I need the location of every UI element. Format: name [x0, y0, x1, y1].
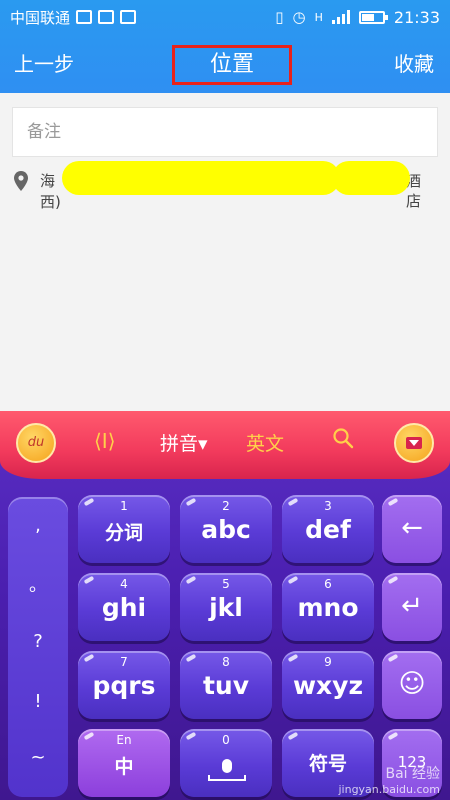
enter-key[interactable]: ↵ [382, 573, 442, 641]
key-2[interactable]: 2 abc [180, 495, 272, 563]
key-9[interactable]: 9 wxyz [282, 651, 374, 719]
carrier-label: 中国联通 [10, 8, 71, 27]
watermark-brand: Bai 经验 [385, 766, 440, 782]
header: 中国联通 ▯ ◷ H 21:33 上一步 位置 收藏 [0, 0, 450, 93]
punctuation-column[interactable]: , 。 ? ! ~ [8, 497, 68, 797]
location-text-line2: 西) [40, 193, 61, 211]
watermark-url: jingyan.baidu.com [338, 783, 440, 796]
backspace-key[interactable]: ← [382, 495, 442, 563]
redaction-mark [332, 161, 410, 195]
key-3[interactable]: 3 def [282, 495, 374, 563]
key-4[interactable]: 4 ghi [78, 573, 170, 641]
key-8[interactable]: 8 tuv [180, 651, 272, 719]
punctuation-key[interactable]: 。 [8, 571, 68, 597]
keyboard-logo-button[interactable]: du [16, 423, 56, 463]
battery-icon [358, 10, 388, 24]
note-input[interactable] [12, 107, 438, 157]
language-switch-key[interactable]: En 中 [78, 729, 170, 797]
cursor-move-icon[interactable]: ⟨I⟩ [94, 429, 116, 453]
keyboard-toolbar: du ⟨I⟩ 拼音▾ 英文 [0, 411, 450, 479]
key-1[interactable]: 1 分词 [78, 495, 170, 563]
status-bar: 中国联通 ▯ ◷ H 21:33 [0, 0, 450, 34]
collapse-keyboard-button[interactable] [394, 423, 434, 463]
punctuation-key[interactable]: , [8, 515, 68, 536]
signal-icon [331, 10, 350, 24]
back-button[interactable]: 上一步 [14, 48, 74, 77]
favorite-button[interactable]: 收藏 [394, 48, 434, 77]
punctuation-key[interactable]: ! [8, 691, 68, 712]
clock: 21:33 [393, 7, 440, 27]
network-type-label: H [314, 10, 323, 24]
location-pin-icon [14, 171, 28, 191]
chevron-down-icon [406, 437, 422, 449]
pinyin-mode-button[interactable]: 拼音▾ [160, 429, 208, 456]
location-text-start: 海 [40, 172, 56, 190]
punctuation-key[interactable]: ? [8, 631, 68, 652]
space-icon [208, 775, 246, 781]
smiley-icon: ☺ [398, 669, 426, 699]
page-title: 位置 [172, 45, 292, 85]
key-5[interactable]: 5 jkl [180, 573, 272, 641]
microphone-icon [222, 759, 232, 773]
key-7[interactable]: 7 pqrs [78, 651, 170, 719]
watermark: Bai 经验 jingyan.baidu.com [338, 763, 440, 796]
title-bar: 上一步 位置 收藏 [0, 34, 450, 93]
main-content: 海 酒店 西) [0, 93, 450, 413]
screen-icon [120, 10, 137, 24]
punctuation-key[interactable]: ~ [8, 747, 68, 768]
enter-icon: ↵ [401, 591, 423, 621]
space-key[interactable]: 0 [180, 729, 272, 797]
backspace-arrow-icon: ← [401, 513, 423, 543]
keyboard: du ⟨I⟩ 拼音▾ 英文 , 。 ? ! ~ 1 分词 2 abc 3 def [0, 411, 450, 800]
alarm-icon: ◷ [292, 8, 306, 26]
english-mode-button[interactable]: 英文 [246, 429, 284, 456]
image-icon [98, 10, 115, 24]
emoji-key[interactable]: ☺ [382, 651, 442, 719]
notification-icon [76, 10, 93, 24]
search-icon[interactable] [332, 427, 354, 449]
vibrate-icon: ▯ [275, 8, 284, 26]
redaction-mark [62, 161, 340, 195]
key-6[interactable]: 6 mno [282, 573, 374, 641]
